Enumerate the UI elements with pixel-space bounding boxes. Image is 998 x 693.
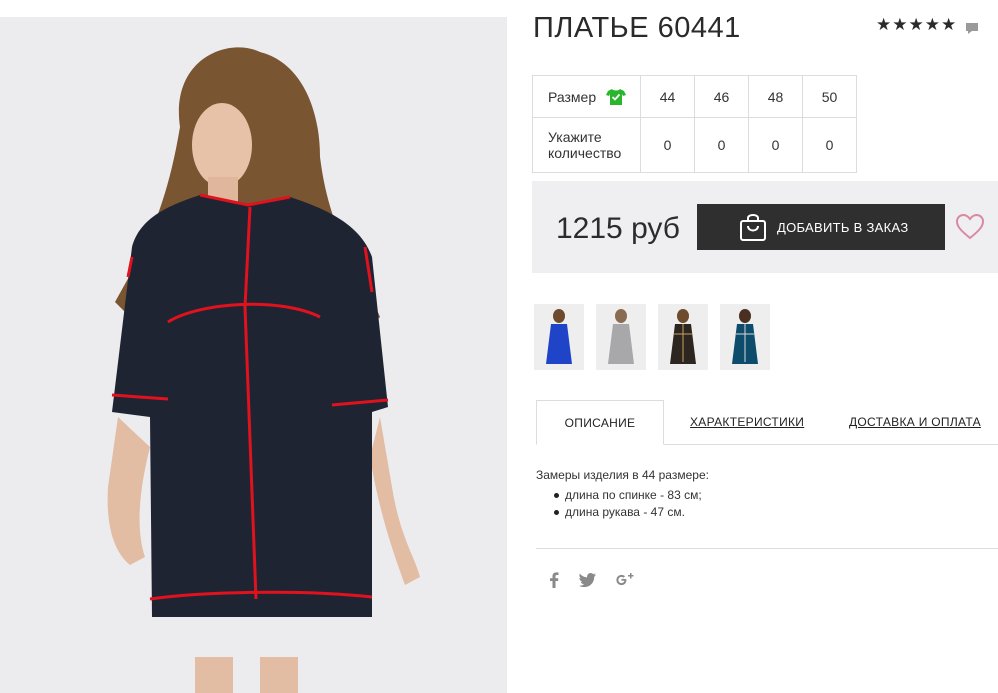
list-item: длина рукава - 47 см. (554, 505, 709, 520)
dress-illustration (0, 17, 507, 693)
add-to-order-button[interactable]: ДОБАВИТЬ В ЗАКАЗ (697, 204, 945, 250)
size-label: Размер (548, 88, 597, 105)
variant-thumbnail[interactable] (534, 304, 584, 370)
heart-icon[interactable] (956, 214, 984, 240)
google-plus-icon[interactable] (616, 572, 634, 592)
description-intro: Замеры изделия в 44 размере: (536, 468, 709, 482)
variant-thumbnail[interactable] (596, 304, 646, 370)
quantity-row: Укажите количество 0 0 0 0 (532, 117, 857, 173)
quantity-input[interactable]: 0 (694, 117, 749, 173)
variant-thumbnail[interactable] (658, 304, 708, 370)
size-option[interactable]: 46 (694, 75, 749, 118)
twitter-icon[interactable] (579, 573, 596, 591)
facebook-icon[interactable] (549, 572, 559, 592)
quantity-input[interactable]: 0 (640, 117, 695, 173)
product-rating[interactable]: ★ ★ ★ ★ ★ (876, 16, 979, 34)
tab-description[interactable]: ОПИСАНИЕ (536, 400, 664, 445)
list-item: длина по спинке - 83 см; (554, 488, 709, 503)
size-option[interactable]: 44 (640, 75, 695, 118)
size-option[interactable]: 48 (748, 75, 803, 118)
color-variant-thumbnails (534, 304, 770, 370)
add-to-order-label: ДОБАВИТЬ В ЗАКАЗ (777, 219, 909, 235)
variant-thumbnail[interactable] (720, 304, 770, 370)
quantity-label: Укажите количество (532, 117, 641, 173)
description-panel: Замеры изделия в 44 размере: длина по сп… (536, 468, 709, 522)
social-share (549, 572, 634, 592)
product-price: 1215 руб (556, 212, 680, 245)
size-option[interactable]: 50 (802, 75, 857, 118)
product-main-image[interactable] (0, 17, 507, 693)
description-list: длина по спинке - 83 см; длина рукава - … (536, 488, 709, 520)
star-icon[interactable]: ★ (909, 16, 924, 34)
quantity-input[interactable]: 0 (748, 117, 803, 173)
size-quantity-table: Размер 44 46 48 50 Укажите количество 0 … (532, 75, 857, 173)
tshirt-check-icon[interactable] (606, 88, 627, 106)
size-row: Размер 44 46 48 50 (532, 75, 857, 118)
product-title: ПЛАТЬЕ 60441 (533, 12, 741, 44)
size-label-cell: Размер (532, 75, 641, 118)
star-icon[interactable]: ★ (925, 16, 940, 34)
tab-delivery-payment[interactable]: ДОСТАВКА И ОПЛАТА (849, 400, 981, 444)
star-icon[interactable]: ★ (892, 16, 907, 34)
tab-characteristics[interactable]: ХАРАКТЕРИСТИКИ (690, 400, 804, 444)
comment-icon[interactable] (965, 22, 979, 35)
star-icon[interactable]: ★ (941, 16, 956, 34)
shopping-bag-icon (739, 212, 767, 242)
quantity-input[interactable]: 0 (802, 117, 857, 173)
product-tabs: ОПИСАНИЕ ХАРАКТЕРИСТИКИ ДОСТАВКА И ОПЛАТ… (536, 400, 998, 445)
star-icon[interactable]: ★ (876, 16, 891, 34)
divider (536, 548, 998, 549)
purchase-panel: 1215 руб ДОБАВИТЬ В ЗАКАЗ (532, 181, 998, 273)
